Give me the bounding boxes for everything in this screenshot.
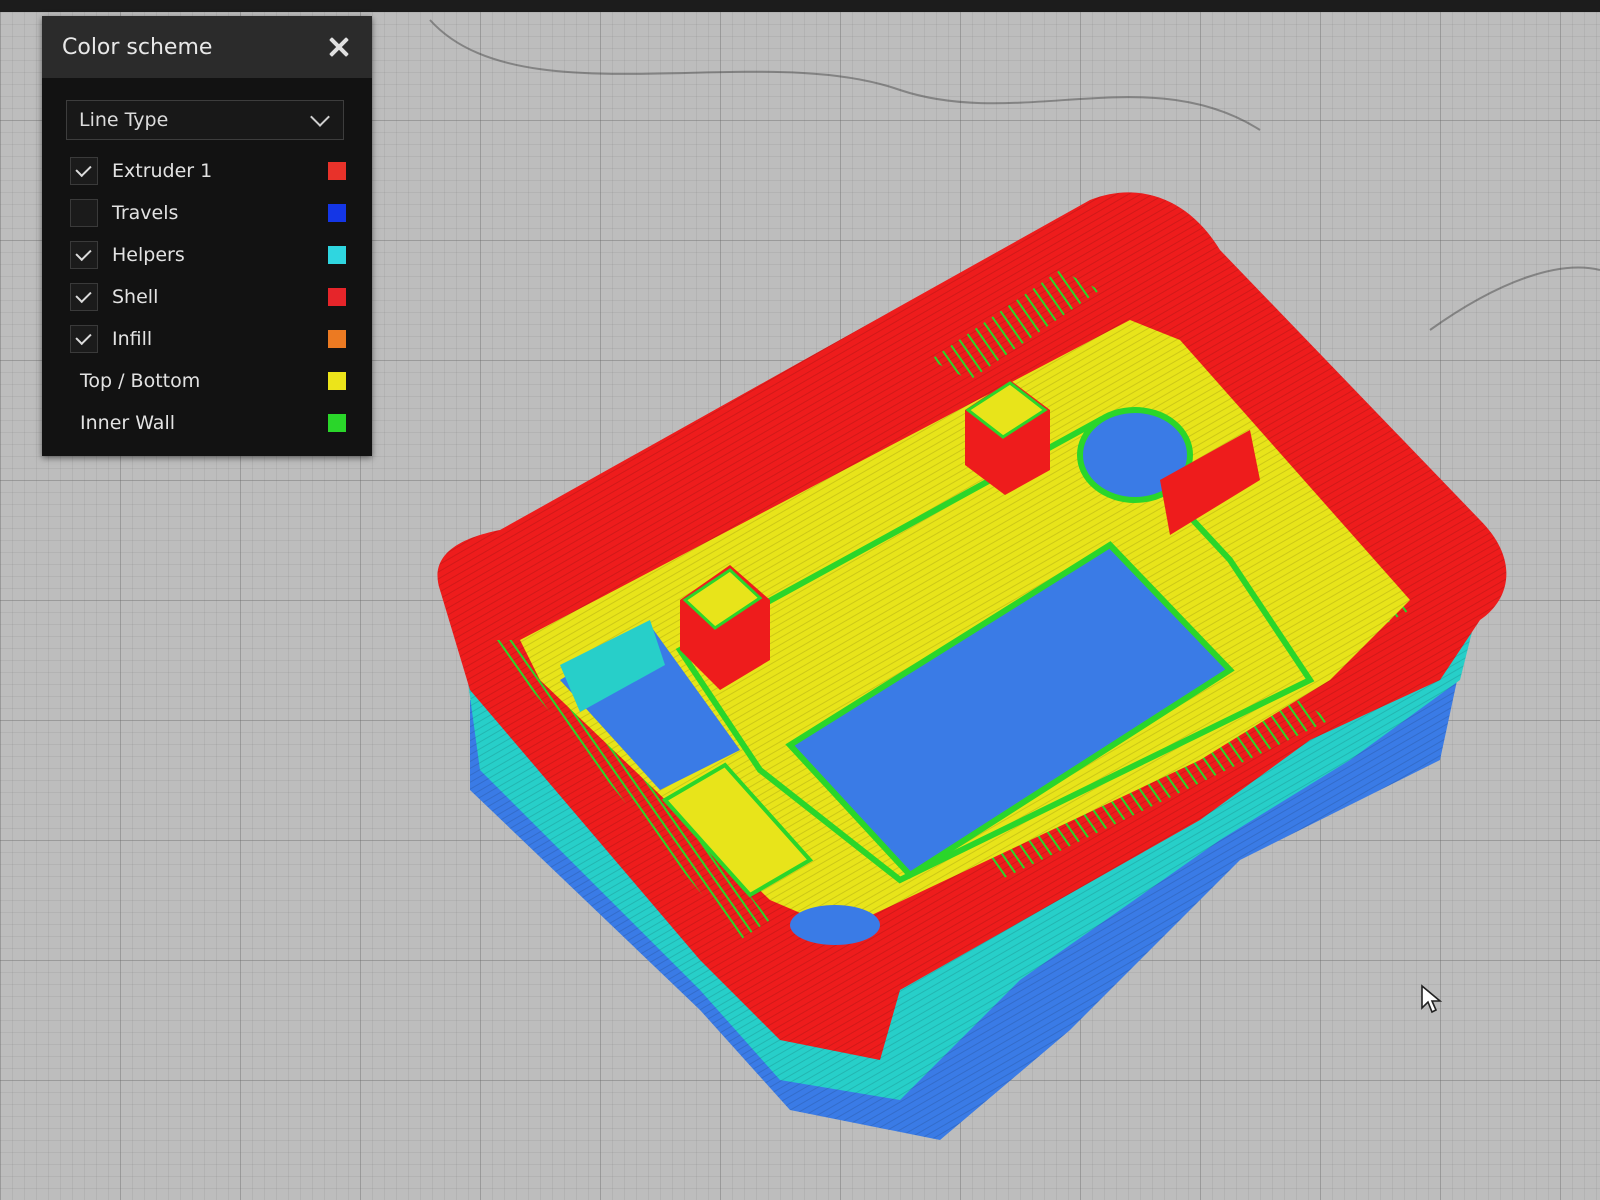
legend-item-inner-wall: Inner Wall	[42, 402, 372, 444]
legend-color-swatch	[328, 162, 346, 180]
color-scheme-dropdown[interactable]: Line Type	[66, 100, 344, 140]
legend-item-infill[interactable]: Infill	[42, 318, 372, 360]
panel-title: Color scheme	[62, 34, 213, 60]
chevron-down-icon	[310, 107, 330, 127]
legend-checkbox[interactable]	[70, 325, 98, 353]
plate-contour-line	[1429, 266, 1600, 331]
legend-color-swatch	[328, 204, 346, 222]
plate-contour-line	[429, 19, 1261, 131]
legend-item-extruder-1[interactable]: Extruder 1	[42, 150, 372, 192]
legend-checkbox[interactable]	[70, 283, 98, 311]
legend-label: Shell	[112, 286, 159, 308]
legend-checkbox[interactable]	[70, 157, 98, 185]
line-type-legend: Extruder 1 Travels Helpers Shell Infill Top /…	[42, 150, 372, 444]
legend-item-helpers[interactable]: Helpers	[42, 234, 372, 276]
legend-label: Inner Wall	[80, 412, 175, 434]
legend-color-swatch	[328, 330, 346, 348]
legend-label: Extruder 1	[112, 160, 213, 182]
legend-checkbox[interactable]	[70, 241, 98, 269]
mouse-pointer-icon	[1421, 984, 1443, 1014]
legend-color-swatch	[328, 414, 346, 432]
color-scheme-panel: Color scheme Line Type Extruder 1 Travels…	[42, 16, 372, 456]
legend-checkbox[interactable]	[70, 199, 98, 227]
color-scheme-header: Color scheme	[42, 16, 372, 78]
legend-item-shell[interactable]: Shell	[42, 276, 372, 318]
legend-label: Travels	[112, 202, 179, 224]
legend-color-swatch	[328, 372, 346, 390]
legend-color-swatch	[328, 288, 346, 306]
legend-item-travels[interactable]: Travels	[42, 192, 372, 234]
legend-label: Infill	[112, 328, 153, 350]
legend-label: Helpers	[112, 244, 185, 266]
legend-color-swatch	[328, 246, 346, 264]
opening-round-bottom	[790, 905, 880, 945]
close-icon[interactable]	[326, 34, 352, 60]
color-scheme-dropdown-value: Line Type	[79, 109, 169, 131]
legend-item-top-bottom: Top / Bottom	[42, 360, 372, 402]
legend-label: Top / Bottom	[80, 370, 201, 392]
